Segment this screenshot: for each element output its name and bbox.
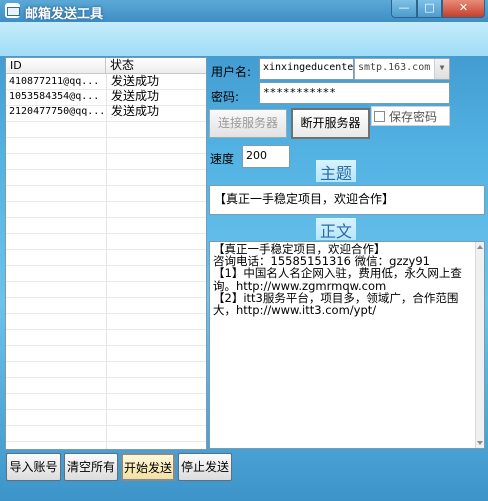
account-list[interactable]: ID 状态 410877211@qq... 发送成功 1053584354@q.…	[5, 57, 207, 450]
disconnect-server-button[interactable]: 断开服务器	[291, 108, 370, 139]
window-title: 邮箱发送工具	[25, 7, 104, 22]
clear-all-button[interactable]: 清空所有	[64, 453, 118, 481]
password-input[interactable]: ***********	[259, 82, 450, 104]
send-status: 发送成功	[111, 89, 160, 103]
column-header-id[interactable]: ID	[6, 58, 106, 73]
password-label: 密码:	[211, 90, 240, 104]
list-header: ID 状态	[6, 58, 206, 74]
list-body[interactable]: 410877211@qq... 发送成功 1053584354@q... 发送成…	[6, 74, 206, 449]
smtp-server-select[interactable]: smtp.163.com ▼	[354, 58, 450, 80]
account-id: 1053584354@q...	[9, 91, 100, 102]
body-scrollbar[interactable]	[475, 242, 484, 448]
body-header: 正文	[316, 218, 356, 241]
subject-header: 主题	[316, 160, 356, 183]
speed-label: 速度	[210, 152, 235, 166]
speed-input[interactable]: 200	[242, 145, 290, 168]
list-item[interactable]: 2120477750@qq... 发送成功	[6, 104, 206, 119]
stop-send-button[interactable]: 停止发送	[178, 453, 232, 481]
subject-input[interactable]: 【真正一手稳定项目，欢迎合作】	[209, 185, 485, 215]
title-bar[interactable]: 邮箱发送工具 — □ ✕	[0, 0, 488, 22]
column-header-status[interactable]: 状态	[106, 58, 206, 73]
save-password-checkbox[interactable]: 保存密码	[371, 106, 450, 126]
start-send-button[interactable]: 开始发送	[121, 453, 175, 481]
mail-icon	[5, 3, 20, 18]
account-id: 2120477750@qq...	[9, 106, 106, 117]
connect-server-button[interactable]: 连接服务器	[209, 109, 287, 138]
body-line: 【2】itt3服务平台，项目多，领域广，合作范围大，http://www.itt…	[213, 290, 459, 318]
header-band	[0, 22, 488, 56]
maximize-button[interactable]: □	[417, 0, 442, 18]
send-status: 发送成功	[111, 104, 160, 118]
smtp-server-value: smtp.163.com	[358, 62, 431, 73]
checkbox-box[interactable]	[374, 110, 385, 122]
save-password-label: 保存密码	[389, 109, 438, 124]
account-id: 410877211@qq...	[9, 76, 100, 87]
body-textarea[interactable]: 【真正一手稳定项目，欢迎合作】 咨询电话：15585151316 微信：gzzy…	[209, 241, 485, 449]
send-status: 发送成功	[111, 74, 160, 88]
list-item[interactable]: 1053584354@q... 发送成功	[6, 89, 206, 104]
username-input[interactable]: xinxingeducenter	[259, 58, 354, 80]
close-button[interactable]: ✕	[442, 0, 485, 18]
body-line: 【1】中国名人名企网入驻，费用低，永久网上查询。http://www.zgmrm…	[213, 266, 462, 293]
import-accounts-button[interactable]: 导入账号	[6, 453, 61, 481]
chevron-down-icon[interactable]: ▼	[434, 59, 449, 79]
settings-panel: 用户名: xinxingeducenter smtp.163.com ▼ 密码:…	[208, 57, 486, 450]
minimize-button[interactable]: —	[391, 0, 417, 18]
username-label: 用户名:	[211, 65, 252, 79]
list-item[interactable]: 410877211@qq... 发送成功	[6, 74, 206, 89]
